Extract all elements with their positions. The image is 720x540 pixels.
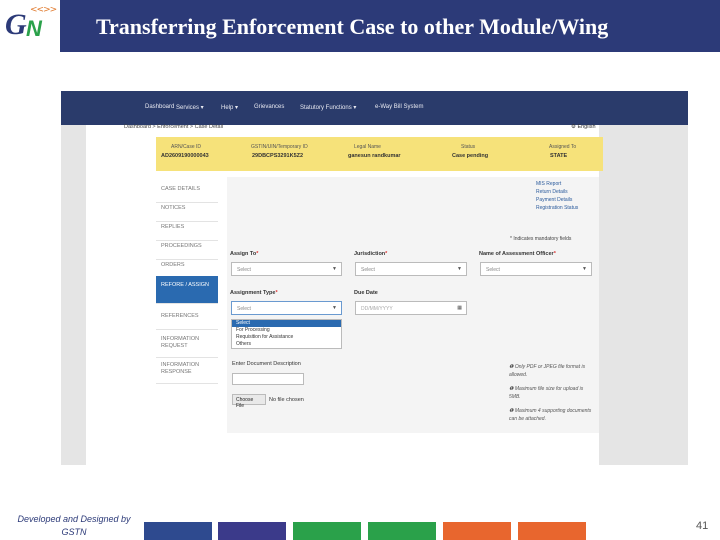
status-header: Status — [461, 144, 476, 150]
sidebar-item-information-request[interactable]: INFORMATION REQUEST — [156, 330, 218, 358]
footer-bar-4 — [368, 522, 436, 540]
nav-help[interactable]: Help ▾ — [221, 104, 238, 111]
legal-name-value: ganesun randkumar — [348, 153, 401, 159]
note-file-format: ❶ Only PDF or JPEG file format is allowe… — [509, 364, 586, 378]
gstin-header: GSTIN/UIN/Temporary ID — [251, 144, 308, 150]
jurisdiction-select[interactable]: Select ▼ — [355, 262, 467, 276]
slide-title: Transferring Enforcement Case to other M… — [96, 14, 609, 39]
nav-eway-bill[interactable]: e-Way Bill System — [375, 104, 423, 110]
assign-to-select[interactable]: Select ▼ — [231, 262, 342, 276]
sidebar-item-references[interactable]: REFERENCES — [156, 304, 218, 330]
note-max-documents: ❶ Maximum 4 supporting documents can be … — [509, 408, 592, 422]
document-description-label: Enter Document Description — [232, 361, 301, 367]
nav-dashboard[interactable]: Dashboard — [145, 104, 174, 110]
assignment-type-dropdown: Select For Processing Requisition for As… — [231, 319, 342, 349]
mandatory-note: * Indicates mandatory fields — [510, 236, 572, 242]
officer-select[interactable]: Select ▼ — [480, 262, 592, 276]
choose-file-button[interactable]: Choose File — [232, 394, 266, 409]
chevron-down-icon: ▼ — [457, 266, 462, 272]
assignment-type-label: Assignment Type* — [230, 290, 278, 296]
link-registration-status[interactable]: Registration Status — [536, 205, 578, 211]
case-id-value: AD2609190000043 — [161, 153, 209, 159]
option-select[interactable]: Select — [232, 320, 341, 327]
logo-arrows: <<>> — [30, 5, 57, 15]
chevron-down-icon: ▼ — [582, 266, 587, 272]
officer-label: Name of Assessment Officer* — [479, 251, 556, 257]
note-file-size: ❶ Maximum file size for upload is 5MB. — [509, 386, 584, 400]
assignment-type-select[interactable]: Select ▼ — [231, 301, 342, 315]
due-date-input[interactable]: DD/MM/YYYY ▦ — [355, 301, 467, 315]
option-requisition-for-assistance[interactable]: Requisition for Assistance — [232, 334, 341, 341]
breadcrumb[interactable]: Dashboard > Enforcement > Case Detail — [124, 124, 223, 130]
page-number: 41 — [696, 520, 709, 532]
option-for-processing[interactable]: For Processing — [232, 327, 341, 334]
footer-bar-5 — [443, 522, 511, 540]
assign-to-label: Assign To* — [230, 251, 259, 257]
assigned-to-header: Assigned To — [549, 144, 577, 150]
status-value: Case pending — [452, 153, 489, 159]
case-id-header: ARN/Case ID — [171, 144, 202, 150]
gstn-logo: <<>> G N — [0, 0, 60, 52]
calendar-icon[interactable]: ▦ — [457, 305, 462, 311]
case-info-bar: ARN/Case ID GSTIN/UIN/Temporary ID Legal… — [156, 137, 603, 171]
chevron-down-icon: ▼ — [332, 266, 337, 272]
link-payment-details[interactable]: Payment Details — [536, 197, 572, 203]
footer-bar-2 — [218, 522, 286, 540]
jurisdiction-label: Jurisdiction* — [354, 251, 388, 257]
assigned-to-value: STATE — [550, 153, 568, 159]
footer-bar-6 — [518, 522, 586, 540]
option-others[interactable]: Others — [232, 341, 341, 348]
document-description-input[interactable] — [232, 373, 304, 385]
footer-credit: Developed and Designed by GSTN — [17, 514, 131, 537]
nav-statutory-functions[interactable]: Statutory Functions ▾ — [300, 104, 356, 111]
chevron-down-icon: ▼ — [332, 305, 337, 311]
portal-screenshot: Dashboard Services ▾ Help ▾ Grievances S… — [61, 91, 688, 465]
no-file-chosen-text: No file chosen — [269, 397, 304, 403]
nav-grievances[interactable]: Grievances — [254, 104, 284, 110]
sidebar-item-refore-assign[interactable]: REFORE / ASSIGN — [156, 276, 218, 304]
due-date-label: Due Date — [354, 290, 378, 296]
link-return-details[interactable]: Return Details — [536, 189, 568, 195]
sidebar-item-information-response[interactable]: INFORMATION RESPONSE — [156, 358, 218, 384]
case-sidebar: CASE DETAILS NOTICES REPLIES PROCEEDINGS… — [156, 177, 218, 384]
footer-bar-1 — [144, 522, 212, 540]
gstin-value: 29DBCPS3291K5Z2 — [252, 153, 304, 159]
top-navbar: Dashboard Services ▾ Help ▾ Grievances S… — [61, 91, 688, 125]
legal-name-header: Legal Name — [354, 144, 381, 150]
language-selector[interactable]: ⚙ English — [571, 124, 596, 130]
logo-g: G — [5, 8, 27, 41]
footer-bar-3 — [293, 522, 361, 540]
link-mis-report[interactable]: MIS Report — [536, 181, 561, 187]
logo-n: N — [26, 16, 42, 41]
nav-services[interactable]: Services ▾ — [176, 104, 204, 111]
